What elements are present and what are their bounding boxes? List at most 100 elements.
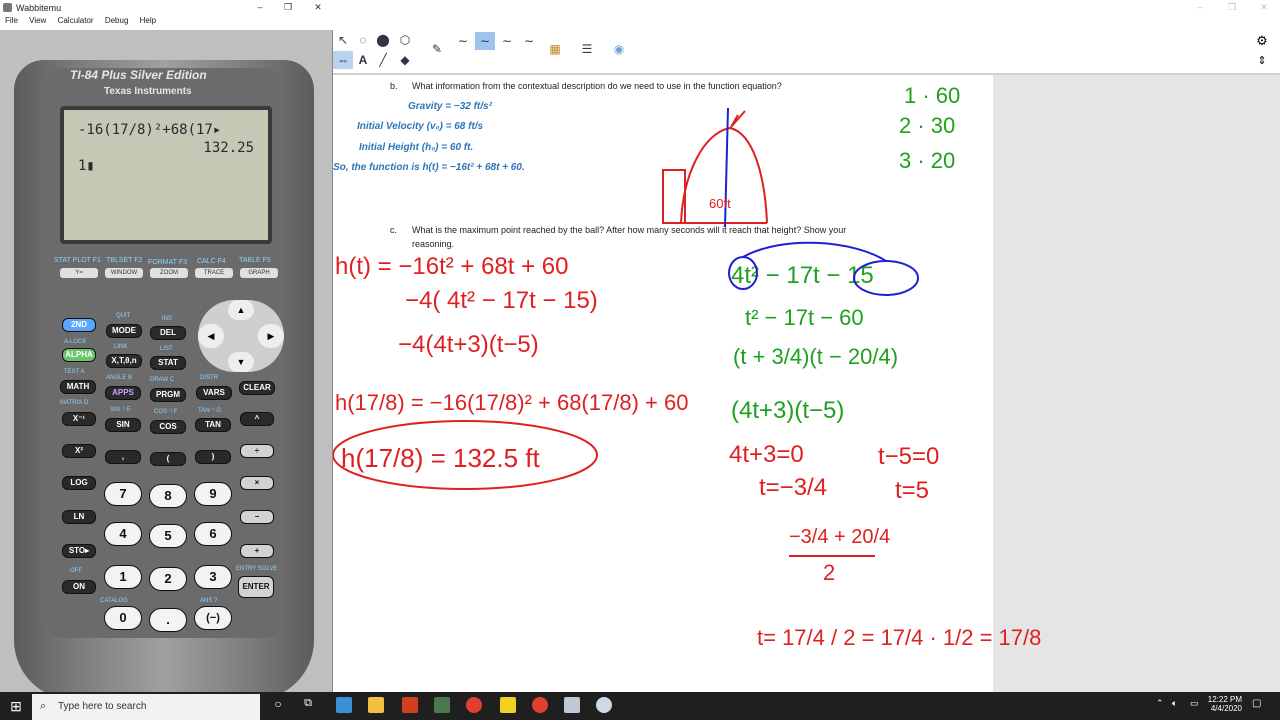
app-icon-cloud[interactable] xyxy=(596,697,612,713)
close-icon[interactable]: ✕ xyxy=(303,0,333,14)
erase-tool-icon[interactable]: ◆ xyxy=(395,51,415,69)
calculator-screen[interactable]: -16(17/8)²+68(17▸ 132.25 1▮ xyxy=(60,106,272,244)
key-7[interactable]: 7 xyxy=(104,482,142,506)
menu-calculator[interactable]: Calculator xyxy=(58,16,94,25)
on-key[interactable]: ON xyxy=(62,580,96,594)
window-key[interactable]: WINDOW xyxy=(105,268,143,278)
down-arrow-key[interactable]: ▼ xyxy=(228,352,254,372)
stat-key[interactable]: STAT xyxy=(150,356,186,370)
key-8[interactable]: 8 xyxy=(149,484,187,508)
lasso-tool-icon[interactable]: ◌ xyxy=(353,31,373,49)
notification-icon[interactable]: ▢ xyxy=(1252,698,1261,709)
apps-key[interactable]: APPS xyxy=(105,386,141,400)
clear-key[interactable]: CLEAR xyxy=(239,381,275,395)
key-1[interactable]: 1 xyxy=(104,565,142,589)
journal-app-icon[interactable] xyxy=(336,697,352,713)
chrome-icon[interactable] xyxy=(466,697,482,713)
comma-key[interactable]: , xyxy=(105,450,141,464)
minimize-icon[interactable]: – xyxy=(245,0,275,14)
restore-icon[interactable]: ❐ xyxy=(273,0,303,14)
right-paren-key[interactable]: ) xyxy=(195,450,231,464)
sin-key[interactable]: SIN xyxy=(105,418,141,432)
doc-restore-icon[interactable]: ❐ xyxy=(1217,0,1247,14)
stroke-style-4-icon[interactable]: ∼ xyxy=(519,32,539,50)
right-arrow-key[interactable]: ▶ xyxy=(258,324,284,348)
zoom-key[interactable]: ZOOM xyxy=(150,268,188,278)
task-view-icon[interactable]: ⧉ xyxy=(300,697,316,713)
power-key[interactable]: ^ xyxy=(240,412,274,426)
chevron-up-icon[interactable]: ⌃ xyxy=(1156,698,1164,709)
doc-minimize-icon[interactable]: – xyxy=(1185,0,1215,14)
key-dot[interactable]: . xyxy=(149,608,187,632)
chrome-icon-2[interactable] xyxy=(532,697,548,713)
xton-key[interactable]: X,T,θ,n xyxy=(106,354,142,368)
key-3[interactable]: 3 xyxy=(194,565,232,589)
negative-key[interactable]: (−) xyxy=(194,606,232,630)
app-icon-doc[interactable] xyxy=(564,697,580,713)
stroke-style-1-icon[interactable]: ∼ xyxy=(453,32,473,50)
del-key[interactable]: DEL xyxy=(150,326,186,340)
wabbitemu-taskbar-icon[interactable] xyxy=(434,697,450,713)
trace-key[interactable]: TRACE xyxy=(195,268,233,278)
minus-key[interactable]: − xyxy=(240,510,274,524)
shapes-tool-icon[interactable]: ⬤ xyxy=(373,31,393,49)
multiply-key[interactable]: × xyxy=(240,476,274,490)
zoom-icon[interactable]: ◉ xyxy=(609,40,629,58)
graph-key[interactable]: GRAPH xyxy=(240,268,278,278)
grid-icon[interactable]: ▦ xyxy=(545,40,565,58)
divide-key[interactable]: ÷ xyxy=(240,444,274,458)
key-6[interactable]: 6 xyxy=(194,522,232,546)
square-key[interactable]: X² xyxy=(62,444,96,458)
sticky-notes-icon[interactable] xyxy=(500,697,516,713)
mode-key[interactable]: MODE xyxy=(106,324,142,338)
stroke-style-2-icon[interactable]: ∼ xyxy=(475,32,495,50)
volume-icon[interactable]: 🔈︎ xyxy=(1172,698,1177,709)
text-tool-icon[interactable]: A xyxy=(353,51,373,69)
tan-key[interactable]: TAN xyxy=(195,418,231,432)
app-icon-red[interactable] xyxy=(402,697,418,713)
ink-layer: 60ft h(t) = −16t² + 68t + 60 −4( 4t² − 1… xyxy=(333,83,1041,650)
key-5[interactable]: 5 xyxy=(149,524,187,548)
eraser-tool-icon[interactable]: ⬡ xyxy=(395,31,415,49)
menu-help[interactable]: Help xyxy=(140,16,156,25)
line-tool-icon[interactable]: ╱ xyxy=(373,51,393,69)
key-2[interactable]: 2 xyxy=(149,567,187,591)
menu-view[interactable]: View xyxy=(29,16,46,25)
taskbar-search[interactable]: ⌕ Type here to search xyxy=(32,694,260,720)
expand-icon[interactable]: ⇕ xyxy=(1253,52,1271,70)
menu-file[interactable]: File xyxy=(5,16,18,25)
prgm-key[interactable]: PRGM xyxy=(150,388,186,402)
cos-key[interactable]: COS xyxy=(150,420,186,434)
key-0[interactable]: 0 xyxy=(104,606,142,630)
search-icon: ⌕ xyxy=(40,700,47,712)
left-arrow-key[interactable]: ◀ xyxy=(198,324,224,348)
clock[interactable]: 12:22 PM 4/4/2020 xyxy=(1198,695,1242,713)
key-9[interactable]: 9 xyxy=(194,482,232,506)
y-equals-key[interactable]: Y= xyxy=(60,268,98,278)
vars-key[interactable]: VARS xyxy=(196,386,232,400)
select-tool-icon[interactable]: ↖ xyxy=(333,31,353,49)
windows-start-icon[interactable]: ⊞ xyxy=(8,698,24,714)
pan-tool-icon[interactable]: ⇔ xyxy=(333,51,353,69)
doc-close-icon[interactable]: ✕ xyxy=(1249,0,1279,14)
alpha-key[interactable]: ALPHA xyxy=(62,348,96,362)
sto-key[interactable]: STO▸ xyxy=(62,544,96,558)
key-4[interactable]: 4 xyxy=(104,522,142,546)
cortana-icon[interactable]: ○ xyxy=(270,697,286,713)
enter-key[interactable]: ENTER xyxy=(238,576,274,598)
file-explorer-icon[interactable] xyxy=(368,697,384,713)
menu-debug[interactable]: Debug xyxy=(105,16,129,25)
log-key[interactable]: LOG xyxy=(62,476,96,490)
sketch-label: 60ft xyxy=(709,196,731,211)
inverse-key[interactable]: X⁻¹ xyxy=(62,412,96,426)
pen-tool-icon[interactable]: ✎ xyxy=(427,40,447,58)
up-arrow-key[interactable]: ▲ xyxy=(228,300,254,320)
math-key[interactable]: MATH xyxy=(60,380,96,394)
insert-space-icon[interactable]: ☰ xyxy=(577,40,597,58)
plus-key[interactable]: + xyxy=(240,544,274,558)
stroke-style-3-icon[interactable]: ∼ xyxy=(497,32,517,50)
left-paren-key[interactable]: ( xyxy=(150,452,186,466)
settings-icon[interactable]: ⚙ xyxy=(1253,32,1271,50)
second-key[interactable]: 2ND xyxy=(62,318,96,332)
ln-key[interactable]: LN xyxy=(62,510,96,524)
